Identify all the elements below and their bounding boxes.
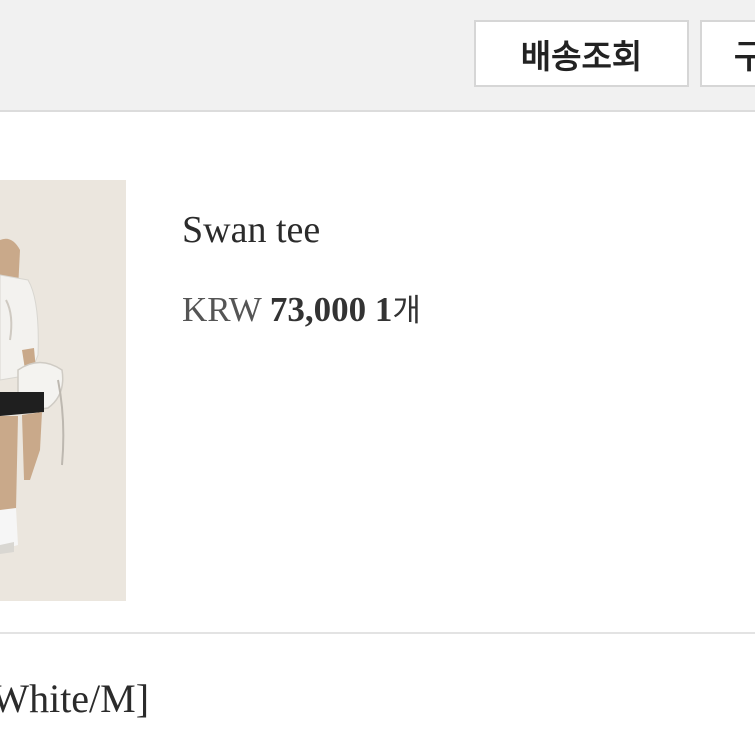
purchase-button[interactable]: 구매 [700,20,755,87]
track-delivery-label: 배송조회 [520,36,643,76]
product-thumbnail[interactable] [0,180,126,601]
order-detail-page: 배송조회 구매 Swan tee [0,0,755,755]
product-option: [White/M] [0,676,150,721]
quantity-value: 1 [374,290,393,329]
header-bar: 배송조회 구매 [0,0,755,112]
track-delivery-button[interactable]: 배송조회 [474,20,689,87]
price-amount: 73,000 [269,290,367,329]
price-currency: KRW [182,290,262,329]
section-divider [0,632,755,634]
purchase-button-label: 구매 [734,30,755,78]
quantity-unit: 개 [392,293,421,329]
product-name[interactable]: Swan tee [182,208,320,252]
product-photo-illustration [0,180,126,601]
price-line: KRW 73,000 1개 [182,285,421,330]
